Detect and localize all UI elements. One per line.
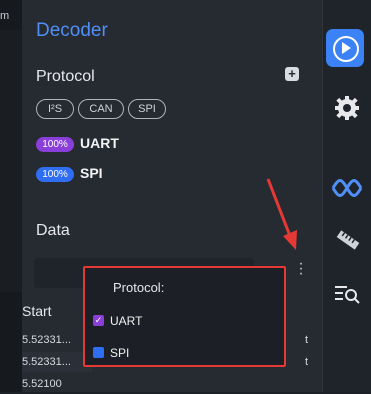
popup-option-label: UART: [110, 314, 143, 328]
popup-title: Protocol:: [113, 280, 165, 295]
ruler-icon[interactable]: [335, 228, 361, 252]
protocol-filter-popup: Protocol: ✓ UART SPI: [83, 266, 286, 367]
popup-option-uart[interactable]: ✓ UART: [93, 314, 142, 328]
waveform-icon[interactable]: [331, 176, 363, 200]
row-tail-text: t: [305, 334, 309, 346]
gear-icon[interactable]: [332, 93, 362, 123]
row-tail-text: t: [305, 356, 309, 368]
checkbox-spi[interactable]: [93, 347, 104, 359]
table-row[interactable]: 5.52331...: [22, 352, 92, 372]
checkbox-uart[interactable]: ✓: [93, 315, 104, 327]
table-row[interactable]: 5.52331...: [22, 330, 92, 350]
table-row[interactable]: 5.52100: [22, 374, 92, 394]
play-triangle: [342, 42, 351, 54]
check-icon: ✓: [94, 315, 103, 326]
popup-option-spi[interactable]: SPI: [93, 346, 129, 360]
play-button[interactable]: [326, 29, 364, 67]
popup-option-label: SPI: [110, 346, 130, 360]
search-list-icon[interactable]: [333, 283, 361, 305]
